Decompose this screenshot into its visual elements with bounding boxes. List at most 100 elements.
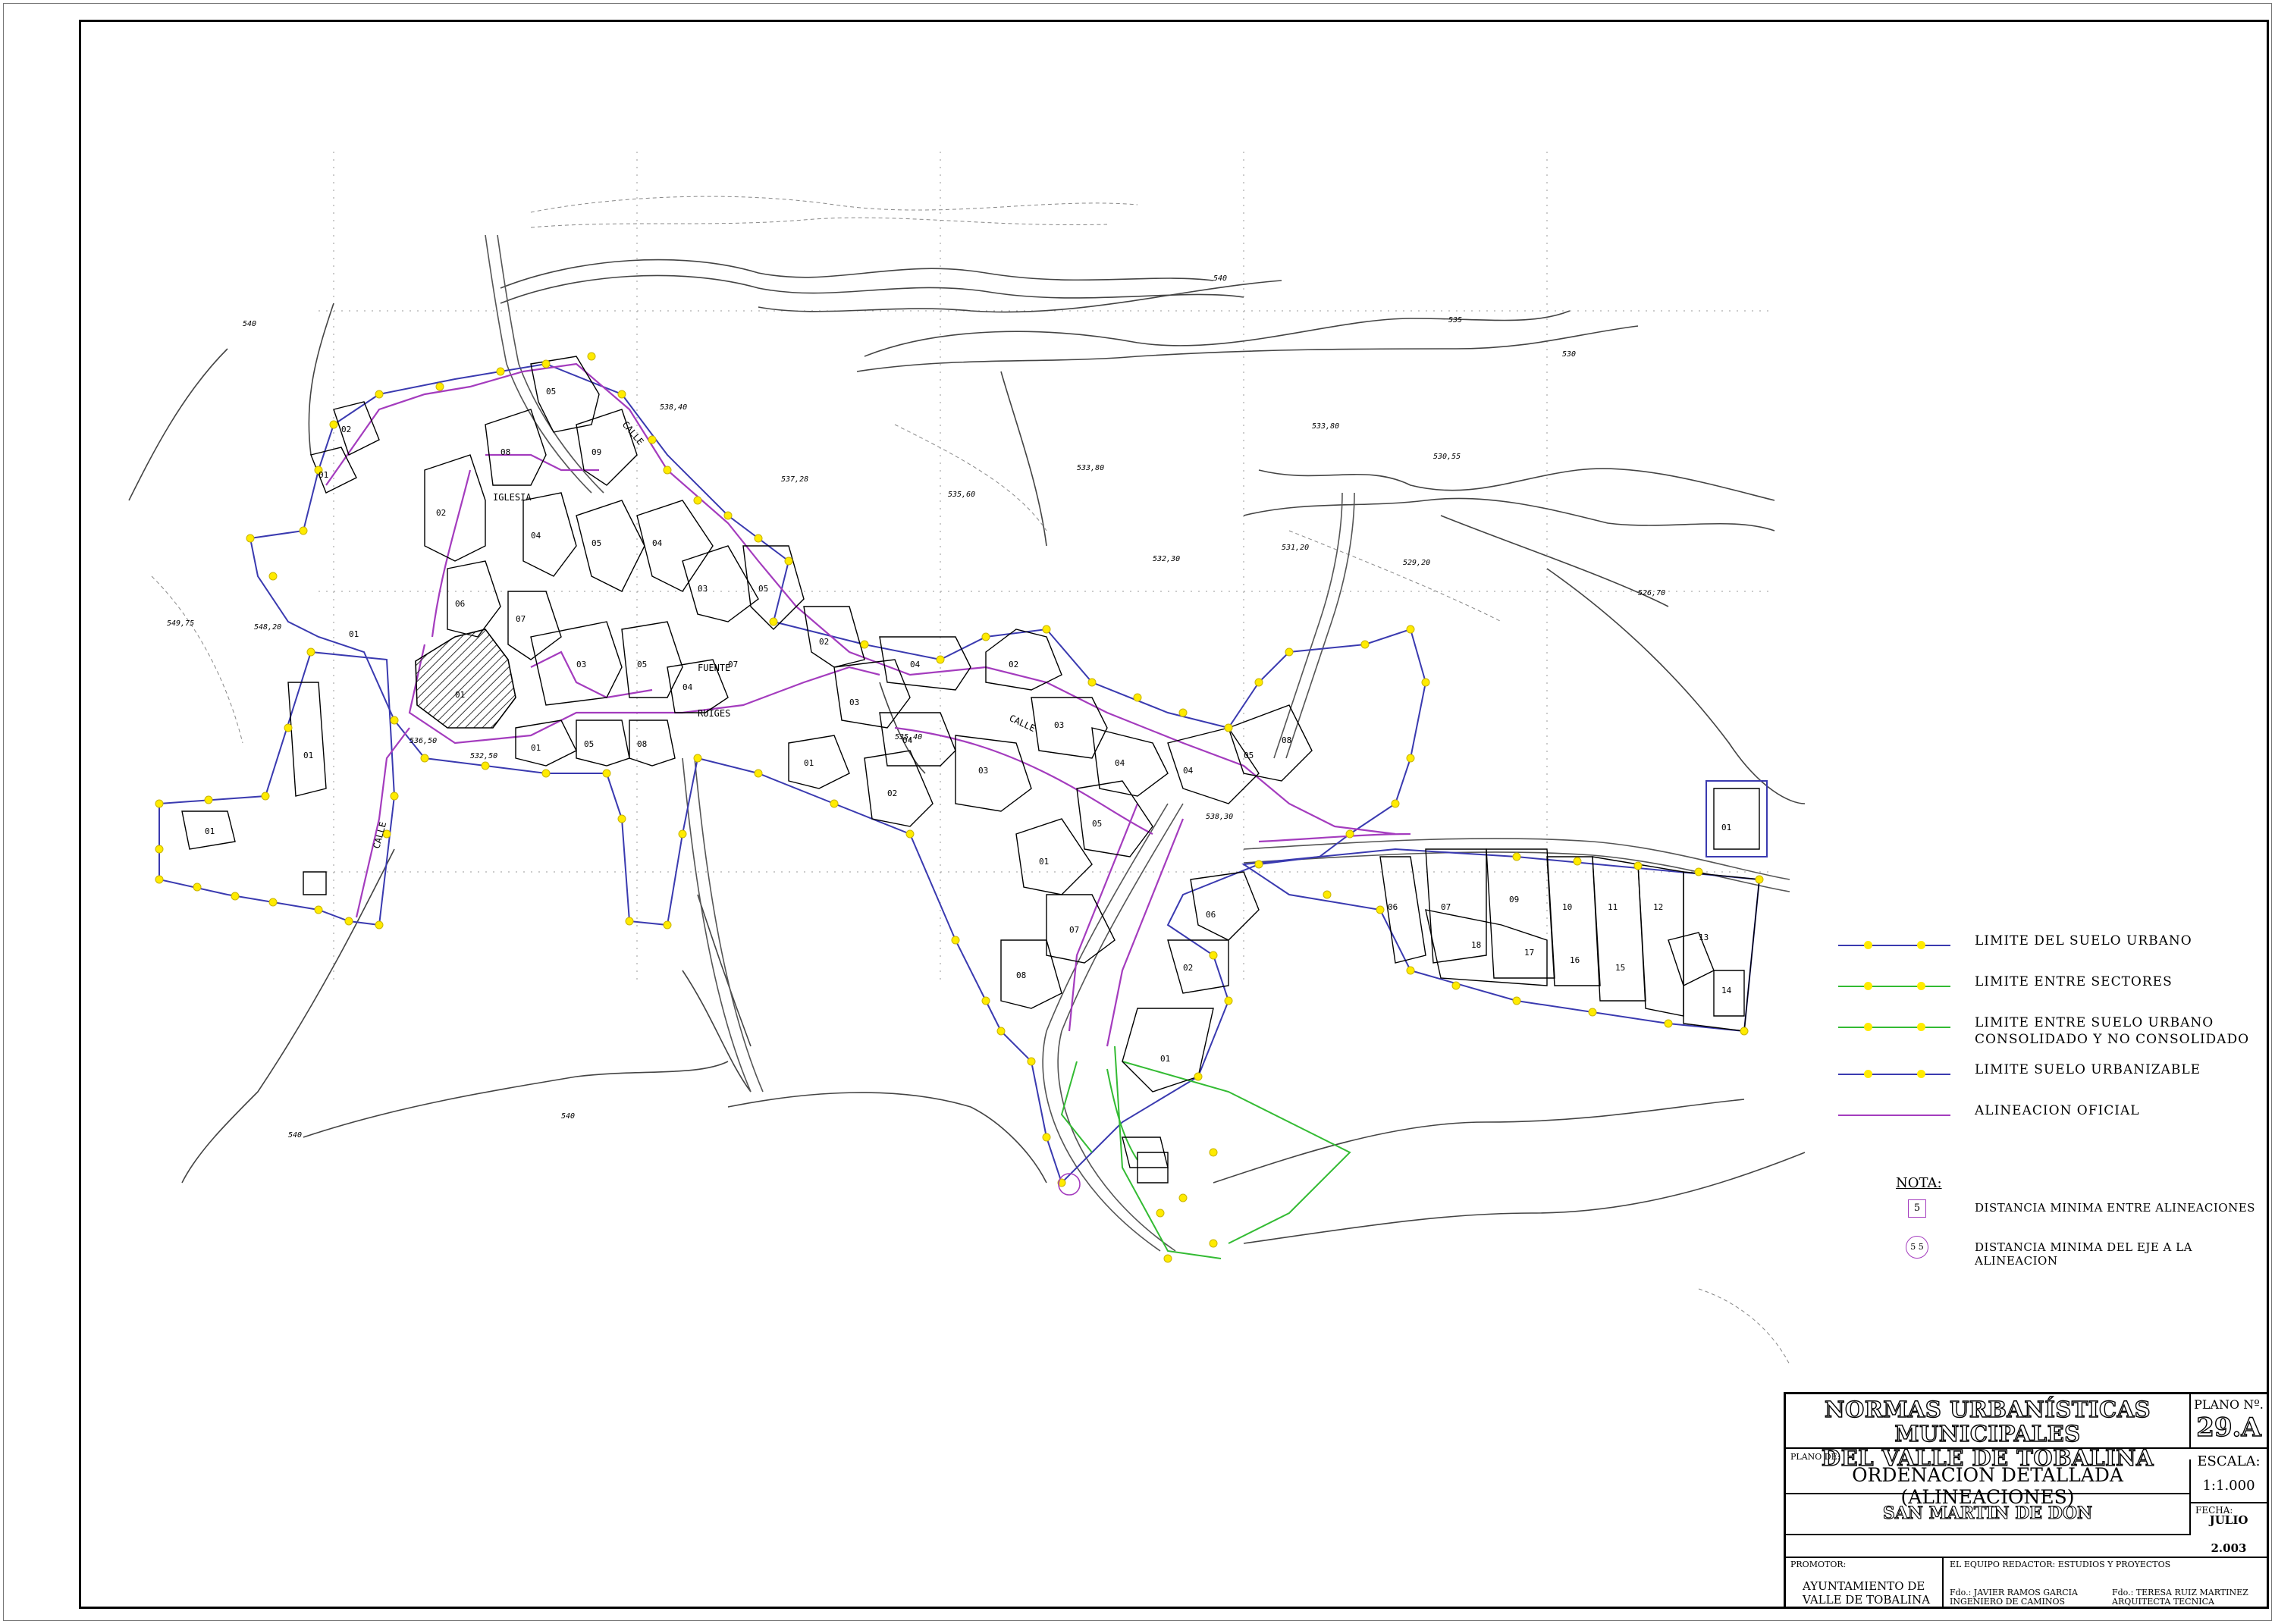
contour-lines xyxy=(128,259,1806,1244)
fecha-year: 2.003 xyxy=(2211,1541,2247,1555)
escala-label: ESCALA: xyxy=(2197,1453,2261,1469)
svg-text:15: 15 xyxy=(1615,963,1625,973)
svg-text:536,50: 536,50 xyxy=(410,737,437,745)
svg-text:538,30: 538,30 xyxy=(1206,813,1233,821)
legend-label: LIMITE ENTRE SUELO URBANO CONSOLIDADO Y … xyxy=(1975,1015,2250,1047)
nota-label: DISTANCIA MINIMA DEL EJE A LA ALINEACION xyxy=(1975,1240,2192,1268)
urban-limit-boundary xyxy=(158,362,1768,1184)
svg-text:540: 540 xyxy=(288,1131,302,1140)
svg-text:05: 05 xyxy=(637,660,647,669)
svg-text:526,70: 526,70 xyxy=(1638,589,1665,597)
street-label-fuente: FUENTE xyxy=(698,663,730,673)
distance-symbol: 5 xyxy=(1908,1199,1926,1218)
svg-text:18: 18 xyxy=(1471,940,1481,950)
road-network xyxy=(485,234,1790,1252)
limit-markers xyxy=(155,352,1764,1263)
svg-text:05: 05 xyxy=(546,387,556,397)
svg-text:13: 13 xyxy=(1699,933,1709,942)
svg-text:05: 05 xyxy=(758,584,768,594)
svg-text:12: 12 xyxy=(1653,902,1663,912)
svg-text:08: 08 xyxy=(637,739,647,749)
svg-text:02: 02 xyxy=(341,425,351,434)
axis-distance-symbol: 5 5 xyxy=(1906,1236,1928,1259)
legend-item-urbanizable-limit: LIMITE SUELO URBANIZABLE xyxy=(1835,1061,2275,1092)
svg-text:04: 04 xyxy=(652,538,663,548)
svg-text:01: 01 xyxy=(205,826,215,836)
title-block: NORMAS URBANÍSTICAS MUNICIPALES DEL VALL… xyxy=(1784,1392,2269,1609)
equipo-redactor: EL EQUIPO REDACTOR: ESTUDIOS Y PROYECTOS xyxy=(1950,1560,2171,1569)
legend-item-urban-limit: LIMITE DEL SUELO URBANO xyxy=(1835,933,2275,963)
svg-text:05: 05 xyxy=(1244,751,1254,760)
svg-text:10: 10 xyxy=(1562,902,1572,912)
legend-label: ALINEACION OFICIAL xyxy=(1975,1103,2140,1118)
svg-text:14: 14 xyxy=(1721,986,1732,995)
svg-text:07: 07 xyxy=(1441,902,1451,912)
svg-text:07: 07 xyxy=(1069,925,1079,935)
project-title: NORMAS URBANÍSTICAS MUNICIPALES DEL VALL… xyxy=(1786,1394,2191,1471)
svg-text:01: 01 xyxy=(1721,823,1731,832)
place-name: SAN MARTIN DE DON xyxy=(1786,1494,2191,1535)
legend-label: LIMITE ENTRE SECTORES xyxy=(1975,974,2173,989)
svg-text:03: 03 xyxy=(849,698,859,707)
svg-text:548,20: 548,20 xyxy=(254,623,281,632)
firma-arquitecta: Fdo.: TERESA RUIZ MARTINEZ ARQUITECTA TE… xyxy=(2112,1588,2248,1607)
svg-text:531,20: 531,20 xyxy=(1282,544,1309,552)
svg-text:04: 04 xyxy=(1183,766,1194,776)
legend-label: LIMITE DEL SUELO URBANO xyxy=(1975,933,2192,948)
svg-text:540: 540 xyxy=(561,1112,575,1121)
svg-text:02: 02 xyxy=(436,508,446,518)
svg-text:530,55: 530,55 xyxy=(1433,453,1461,461)
svg-text:09: 09 xyxy=(1509,895,1519,904)
svg-text:537,28: 537,28 xyxy=(781,475,808,484)
map-sheet: 02 08 05 09 04 05 04 03 05 02 06 07 03 05 04 01 05 0… xyxy=(0,0,2275,1624)
svg-text:02: 02 xyxy=(1009,660,1018,669)
svg-text:04: 04 xyxy=(531,531,541,541)
legend-label: LIMITE SUELO URBANIZABLE xyxy=(1975,1062,2201,1077)
escala-value: 1:1.000 xyxy=(2191,1470,2267,1503)
svg-text:06: 06 xyxy=(1388,902,1398,912)
svg-text:03: 03 xyxy=(698,584,708,594)
svg-text:08: 08 xyxy=(500,447,510,457)
svg-text:05: 05 xyxy=(1092,819,1102,829)
svg-text:549,75: 549,75 xyxy=(167,619,194,628)
svg-text:01: 01 xyxy=(455,690,465,700)
svg-text:16: 16 xyxy=(1570,955,1580,965)
street-label-calle-2: CALLE xyxy=(1008,713,1037,734)
svg-text:07: 07 xyxy=(516,614,526,624)
nota-item-min-distance: 5 DISTANCIA MINIMA ENTRE ALINEACIONES xyxy=(1835,1199,2275,1227)
svg-text:532,30: 532,30 xyxy=(1153,555,1180,563)
svg-text:532,50: 532,50 xyxy=(470,752,497,760)
svg-text:533,80: 533,80 xyxy=(1077,464,1104,472)
nota-title: NOTA: xyxy=(1896,1175,1942,1191)
promotor-value: AYUNTAMIENTO DE VALLE DE TOBALINA xyxy=(1786,1557,1944,1608)
parcel-numbers: 02 08 05 09 04 05 04 03 05 02 06 07 03 05 04 01 05 0… xyxy=(205,387,1732,1064)
contour-lines-light xyxy=(151,196,1790,1365)
svg-text:04: 04 xyxy=(1115,758,1125,768)
svg-text:529,20: 529,20 xyxy=(1403,559,1430,567)
svg-text:11: 11 xyxy=(1608,902,1618,912)
svg-text:08: 08 xyxy=(1016,970,1026,980)
legend-item-official-alignment: ALINEACION OFICIAL xyxy=(1835,1102,2275,1133)
svg-text:01: 01 xyxy=(531,743,541,753)
svg-text:01: 01 xyxy=(804,758,814,768)
svg-text:08: 08 xyxy=(1282,735,1291,745)
nota-label: DISTANCIA MINIMA ENTRE ALINEACIONES xyxy=(1975,1201,2255,1215)
svg-text:05: 05 xyxy=(592,538,601,548)
svg-text:05: 05 xyxy=(584,739,594,749)
svg-text:04: 04 xyxy=(682,682,693,692)
svg-text:02: 02 xyxy=(1183,963,1193,973)
svg-text:09: 09 xyxy=(592,447,601,457)
map-canvas: 02 08 05 09 04 05 04 03 05 02 06 07 03 05 04 01 05 0… xyxy=(128,152,1806,1365)
svg-text:535,60: 535,60 xyxy=(948,491,975,499)
legend-item-sector-limit: LIMITE ENTRE SECTORES xyxy=(1835,973,2275,1004)
svg-text:01: 01 xyxy=(318,470,328,480)
svg-text:535: 535 xyxy=(1448,316,1462,324)
svg-text:02: 02 xyxy=(819,637,829,647)
svg-text:540: 540 xyxy=(243,320,256,328)
svg-text:01: 01 xyxy=(1160,1054,1170,1064)
nota-item-axis-distance: 5 5 DISTANCIA MINIMA DEL EJE A LA ALINEA… xyxy=(1835,1236,2275,1268)
svg-text:02: 02 xyxy=(887,788,897,798)
svg-text:530: 530 xyxy=(1562,350,1576,359)
svg-text:540: 540 xyxy=(1213,274,1227,283)
church-hatched-area xyxy=(415,629,516,729)
